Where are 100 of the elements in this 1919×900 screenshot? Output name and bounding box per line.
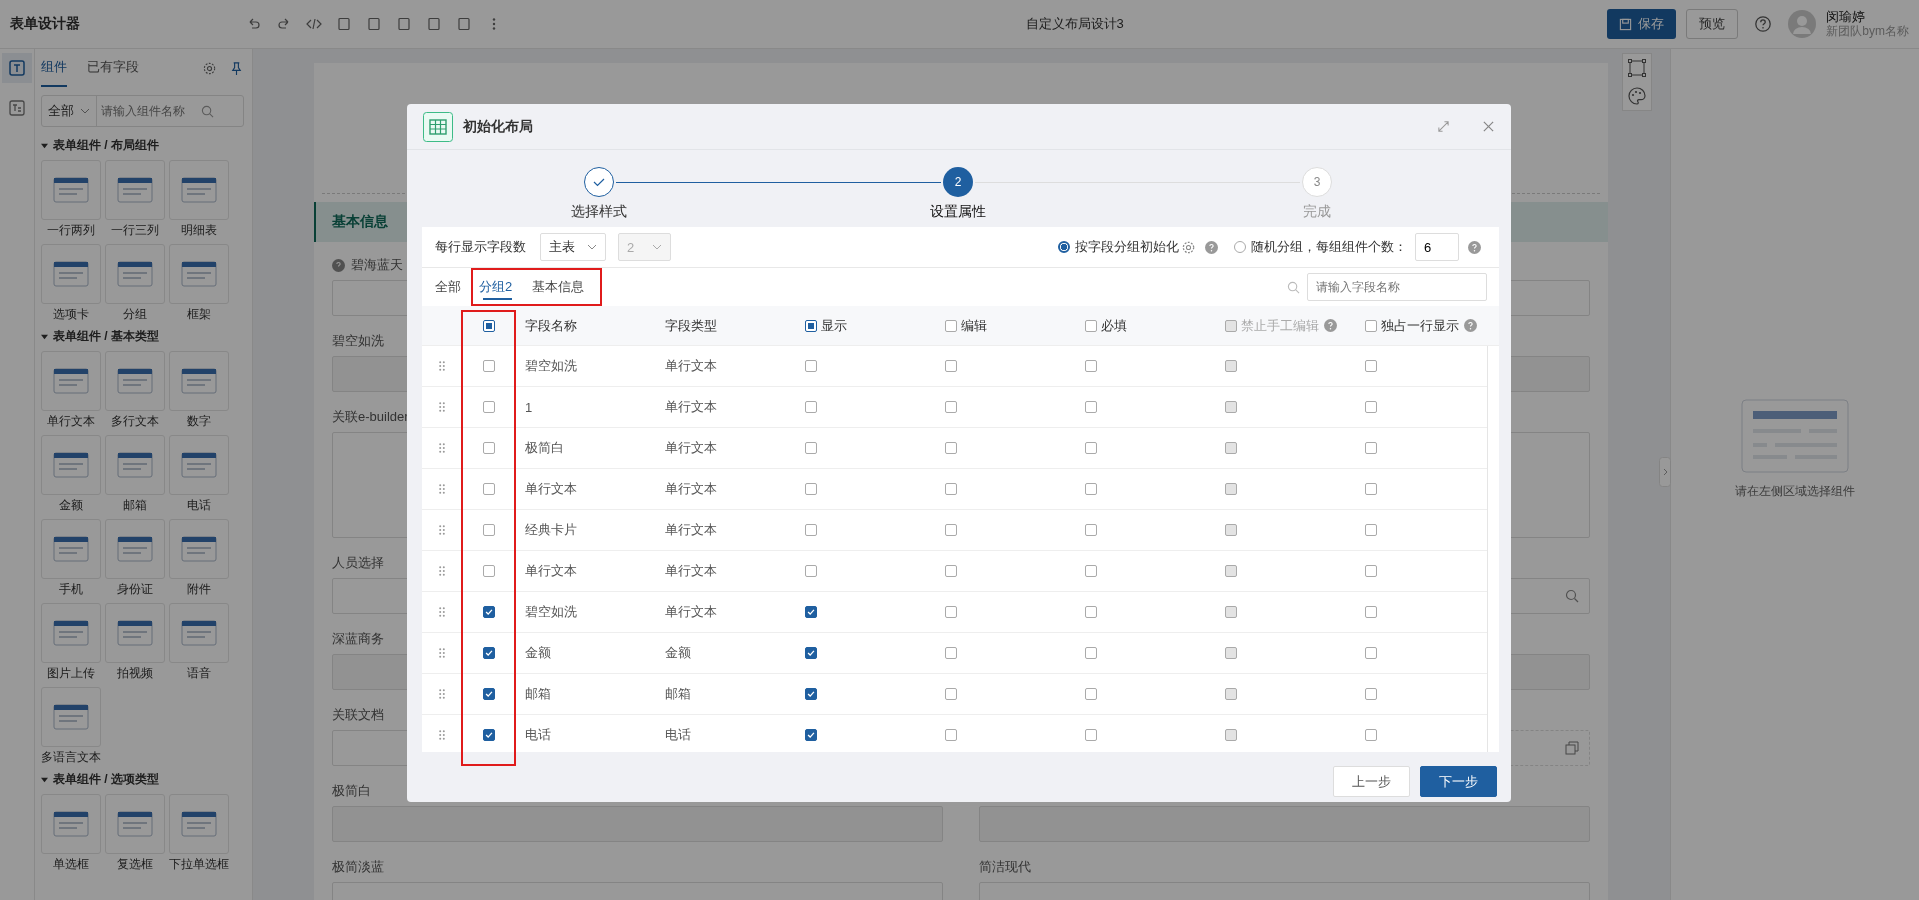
toolbar-icon[interactable] [456,16,472,32]
option-checkbox[interactable] [945,606,957,618]
option-checkbox[interactable] [1225,483,1237,495]
row-checkbox[interactable] [482,483,495,495]
mode-radio[interactable]: 随机分组，每组组件个数： [1234,238,1407,256]
drag-handle-icon[interactable] [439,730,445,740]
component-tile[interactable] [105,794,165,854]
option-checkbox[interactable] [1085,729,1097,741]
option-checkbox[interactable] [1085,483,1097,495]
row-checkbox[interactable] [482,647,495,659]
group-tab[interactable]: 全部 [435,268,471,306]
caret-icon[interactable] [41,776,48,783]
row-checkbox[interactable] [482,401,495,413]
panel-tab[interactable]: 组件 [41,49,67,87]
option-checkbox[interactable] [1225,360,1237,372]
option-checkbox[interactable] [1085,524,1097,536]
drag-handle-icon[interactable] [439,566,445,576]
option-checkbox[interactable] [1225,524,1237,536]
option-checkbox[interactable] [945,401,957,413]
back-button[interactable]: 上一步 [1333,766,1410,797]
row-checkbox[interactable] [482,729,495,741]
column-checkbox[interactable] [945,319,957,332]
drag-handle-icon[interactable] [439,402,445,412]
component-tile[interactable] [41,687,101,747]
row-checkbox[interactable] [482,606,495,618]
option-checkbox[interactable] [1085,606,1097,618]
component-tile[interactable] [41,160,101,220]
option-checkbox[interactable] [1225,565,1237,577]
option-checkbox[interactable] [805,360,817,372]
option-checkbox[interactable] [945,647,957,659]
search-icon[interactable] [201,104,214,118]
option-checkbox[interactable] [1085,647,1097,659]
next-button[interactable]: 下一步 [1420,766,1497,797]
component-tile[interactable] [105,435,165,495]
drag-handle-icon[interactable] [439,607,445,617]
component-tile[interactable] [41,435,101,495]
row-checkbox[interactable] [482,565,495,577]
option-checkbox[interactable] [805,524,817,536]
option-checkbox[interactable] [1365,483,1377,495]
option-checkbox[interactable] [945,729,957,741]
option-checkbox[interactable] [1365,606,1377,618]
component-tile[interactable] [105,519,165,579]
drag-handle-icon[interactable] [439,361,445,371]
option-checkbox[interactable] [1225,401,1237,413]
component-tile[interactable] [169,351,229,411]
pin-icon[interactable] [229,60,244,76]
option-checkbox[interactable] [805,647,817,659]
component-tile[interactable] [105,603,165,663]
option-checkbox[interactable] [1365,647,1377,659]
option-checkbox[interactable] [805,483,817,495]
group-size-field[interactable]: 6 [1415,233,1459,261]
help-icon[interactable] [1464,319,1477,332]
option-checkbox[interactable] [1365,729,1377,741]
option-checkbox[interactable] [1365,401,1377,413]
option-checkbox[interactable] [945,688,957,700]
option-checkbox[interactable] [805,401,817,413]
option-checkbox[interactable] [1085,688,1097,700]
component-tile[interactable] [169,244,229,304]
option-checkbox[interactable] [1365,360,1377,372]
toolbar-icon[interactable] [426,16,442,32]
option-checkbox[interactable] [945,524,957,536]
avatar-icon[interactable] [1788,10,1817,38]
option-checkbox[interactable] [1225,647,1237,659]
option-checkbox[interactable] [805,688,817,700]
option-checkbox[interactable] [945,565,957,577]
drag-handle-icon[interactable] [439,689,445,699]
select-all-checkbox[interactable] [482,319,495,332]
component-tile[interactable] [169,794,229,854]
table-select[interactable]: 主表 [540,233,606,261]
mode-radio[interactable]: 按字段分组初始化 [1058,238,1179,256]
toolbar-icon[interactable] [396,16,412,32]
option-checkbox[interactable] [1365,442,1377,454]
option-checkbox[interactable] [1085,442,1097,454]
option-checkbox[interactable] [945,442,957,454]
drag-handle-icon[interactable] [439,484,445,494]
toolbar-icon[interactable] [366,16,382,32]
component-tile[interactable] [105,244,165,304]
row-checkbox[interactable] [482,442,495,454]
component-tile[interactable] [41,794,101,854]
toolbar-icon[interactable] [306,16,322,32]
component-tile[interactable] [169,160,229,220]
help-icon[interactable] [1205,240,1218,254]
drag-handle-icon[interactable] [439,443,445,453]
close-icon[interactable] [1482,120,1495,133]
column-checkbox[interactable] [1365,319,1377,332]
settings-icon[interactable] [202,60,217,76]
option-checkbox[interactable] [945,360,957,372]
option-checkbox[interactable] [1085,401,1097,413]
component-tile[interactable] [169,519,229,579]
option-checkbox[interactable] [1225,688,1237,700]
field-search-input[interactable]: 请输入字段名称 [1307,273,1487,301]
component-tile[interactable] [41,603,101,663]
help-icon[interactable] [1754,15,1773,33]
option-checkbox[interactable] [1225,442,1237,454]
option-checkbox[interactable] [945,483,957,495]
option-checkbox[interactable] [1365,565,1377,577]
row-checkbox[interactable] [482,360,495,372]
column-checkbox[interactable] [805,319,817,332]
drag-handle-icon[interactable] [439,525,445,535]
group-tab[interactable]: 分组2 [471,268,523,306]
